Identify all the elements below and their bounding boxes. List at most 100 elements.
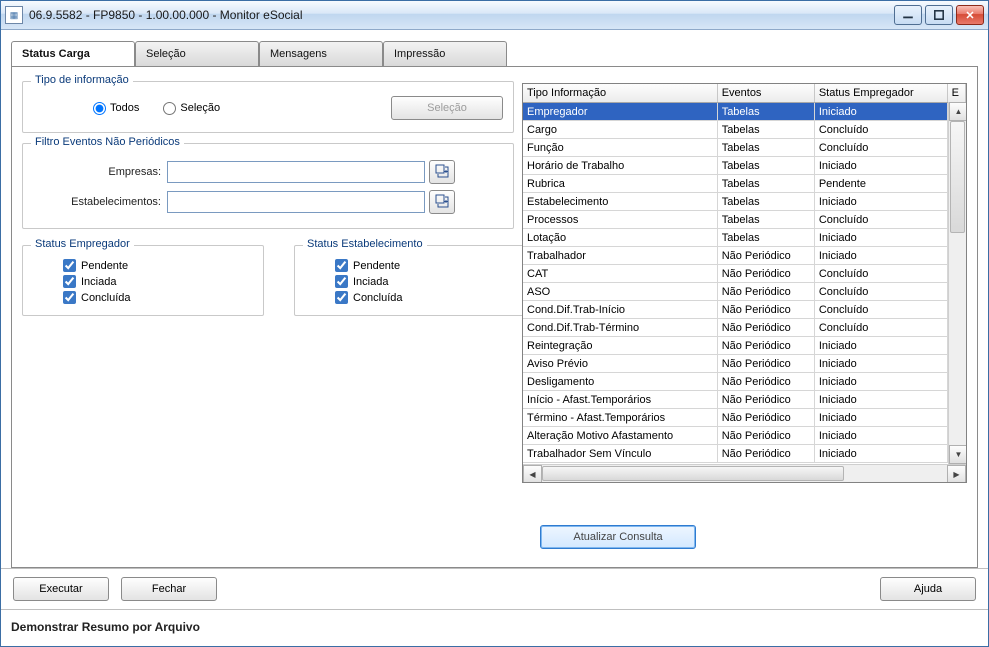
table-cell: Término - Afast.Temporários	[523, 409, 718, 426]
table-row[interactable]: LotaçãoTabelasIniciado	[523, 229, 966, 247]
group-status-empregador: Status Empregador Pendente Inciada Concl…	[22, 245, 264, 316]
scroll-up-icon[interactable]: ▲	[949, 102, 967, 121]
table-cell: Não Periódico	[718, 355, 815, 372]
table-row[interactable]: Início - Afast.TemporáriosNão PeriódicoI…	[523, 391, 966, 409]
table-cell: Iniciado	[815, 247, 948, 264]
chk-empregador-concluida[interactable]: Concluída	[63, 291, 253, 304]
radio-selecao-label: Seleção	[180, 102, 220, 114]
table-row[interactable]: Cond.Dif.Trab-InícioNão PeriódicoConcluí…	[523, 301, 966, 319]
legend-status-empregador: Status Empregador	[31, 238, 134, 250]
table-row[interactable]: Aviso PrévioNão PeriódicoIniciado1	[523, 355, 966, 373]
atualizar-consulta-button[interactable]: Atualizar Consulta	[540, 525, 696, 549]
table-cell: Cond.Dif.Trab-Início	[523, 301, 718, 318]
table-row[interactable]: Alteração Motivo AfastamentoNão Periódic…	[523, 427, 966, 445]
chk-empregador-iniciada[interactable]: Inciada	[63, 275, 253, 288]
app-icon: ▦	[5, 6, 23, 24]
group-filtro-eventos: Filtro Eventos Não Periódicos Empresas: …	[22, 143, 514, 229]
col-status-empregador[interactable]: Status Empregador	[815, 84, 948, 102]
tab-status-carga[interactable]: Status Carga	[11, 41, 135, 67]
table-row[interactable]: ProcessosTabelasConcluído	[523, 211, 966, 229]
table-cell: Processos	[523, 211, 718, 228]
chk-estab-pendente[interactable]: Pendente	[335, 259, 525, 272]
fechar-button[interactable]: Fechar	[121, 577, 217, 601]
table-cell: Lotação	[523, 229, 718, 246]
scroll-left-icon[interactable]: ◀	[523, 465, 542, 483]
ajuda-button[interactable]: Ajuda	[880, 577, 976, 601]
table-row[interactable]: Horário de TrabalhoTabelasIniciado	[523, 157, 966, 175]
scroll-down-icon[interactable]: ▼	[949, 445, 967, 464]
tab-selecao[interactable]: Seleção	[135, 41, 259, 66]
table-cell: Concluído	[815, 319, 948, 336]
radio-selecao[interactable]: Seleção	[163, 102, 220, 115]
table-cell: Concluído	[815, 283, 948, 300]
grid-panel: Tipo Informação Eventos Status Empregado…	[522, 83, 967, 513]
table-row[interactable]: Trabalhador Sem VínculoNão PeriódicoInic…	[523, 445, 966, 463]
table-cell: Reintegração	[523, 337, 718, 354]
legend-filtro-eventos: Filtro Eventos Não Periódicos	[31, 136, 184, 148]
label-estabelecimentos: Estabelecimentos:	[33, 196, 167, 208]
table-row[interactable]: EstabelecimentoTabelasIniciado	[523, 193, 966, 211]
selecao-button[interactable]: Seleção	[391, 96, 503, 120]
table-cell: Iniciado	[815, 409, 948, 426]
grid-body: EmpregadorTabelasIniciadoCargoTabelasCon…	[523, 103, 966, 463]
table-row[interactable]: DesligamentoNão PeriódicoIniciado1	[523, 373, 966, 391]
maximize-button[interactable]	[925, 5, 953, 25]
data-grid[interactable]: Tipo Informação Eventos Status Empregado…	[522, 83, 967, 483]
chk-estab-iniciada[interactable]: Inciada	[335, 275, 525, 288]
footer-bar: Executar Fechar Ajuda	[1, 568, 988, 609]
table-row[interactable]: Término - Afast.TemporáriosNão Periódico…	[523, 409, 966, 427]
table-row[interactable]: RubricaTabelasPendente	[523, 175, 966, 193]
table-cell: ASO	[523, 283, 718, 300]
grid-header: Tipo Informação Eventos Status Empregado…	[523, 84, 966, 103]
table-cell: Iniciado	[815, 445, 948, 462]
close-button[interactable]: ✕	[956, 5, 984, 25]
table-row[interactable]: FunçãoTabelasConcluído	[523, 139, 966, 157]
table-cell: Tabelas	[718, 103, 815, 120]
chk-empregador-pendente[interactable]: Pendente	[63, 259, 253, 272]
horizontal-scrollbar[interactable]: ◀ ▶	[523, 464, 966, 482]
scroll-right-icon[interactable]: ▶	[947, 465, 966, 483]
table-cell: Rubrica	[523, 175, 718, 192]
col-tipo-informacao[interactable]: Tipo Informação	[523, 84, 718, 102]
table-cell: Não Periódico	[718, 283, 815, 300]
lookup-empresas-button[interactable]	[429, 160, 455, 184]
table-cell: Estabelecimento	[523, 193, 718, 210]
tab-mensagens[interactable]: Mensagens	[259, 41, 383, 66]
app-window: ▦ 06.9.5582 - FP9850 - 1.00.00.000 - Mon…	[0, 0, 989, 647]
table-cell: Concluído	[815, 211, 948, 228]
table-row[interactable]: CATNão PeriódicoConcluído1	[523, 265, 966, 283]
hscroll-thumb[interactable]	[542, 466, 844, 481]
table-row[interactable]: EmpregadorTabelasIniciado	[523, 103, 966, 121]
table-cell: Iniciado	[815, 193, 948, 210]
legend-status-estabelecimento: Status Estabelecimento	[303, 238, 427, 250]
tab-page-status-carga: Tipo de informação Todos Seleção Seleção	[11, 66, 978, 568]
table-cell: Não Periódico	[718, 337, 815, 354]
table-row[interactable]: TrabalhadorNão PeriódicoIniciado1	[523, 247, 966, 265]
table-row[interactable]: ReintegraçãoNão PeriódicoIniciado1	[523, 337, 966, 355]
chk-estab-concluida[interactable]: Concluída	[335, 291, 525, 304]
hscroll-track[interactable]	[542, 465, 947, 482]
table-row[interactable]: Cond.Dif.Trab-TérminoNão PeriódicoConclu…	[523, 319, 966, 337]
scroll-thumb[interactable]	[950, 121, 965, 233]
table-row[interactable]: CargoTabelasConcluído	[523, 121, 966, 139]
vertical-scrollbar[interactable]: ▲ ▼	[948, 102, 966, 464]
table-cell: Função	[523, 139, 718, 156]
executar-button[interactable]: Executar	[13, 577, 109, 601]
table-cell: Desligamento	[523, 373, 718, 390]
input-empresas[interactable]	[167, 161, 425, 183]
table-cell: Aviso Prévio	[523, 355, 718, 372]
table-cell: Concluído	[815, 265, 948, 282]
tab-impressao[interactable]: Impressão	[383, 41, 507, 66]
radio-todos-input[interactable]	[93, 102, 106, 115]
scroll-track[interactable]	[949, 121, 966, 445]
radio-todos[interactable]: Todos	[93, 102, 139, 115]
col-eventos[interactable]: Eventos	[718, 84, 815, 102]
window-title: 06.9.5582 - FP9850 - 1.00.00.000 - Monit…	[29, 8, 894, 22]
lookup-estabelecimentos-button[interactable]	[429, 190, 455, 214]
table-cell: Não Periódico	[718, 409, 815, 426]
radio-selecao-input[interactable]	[163, 102, 176, 115]
col-extra[interactable]: E	[948, 84, 966, 102]
input-estabelecimentos[interactable]	[167, 191, 425, 213]
table-row[interactable]: ASONão PeriódicoConcluído1	[523, 283, 966, 301]
minimize-button[interactable]	[894, 5, 922, 25]
